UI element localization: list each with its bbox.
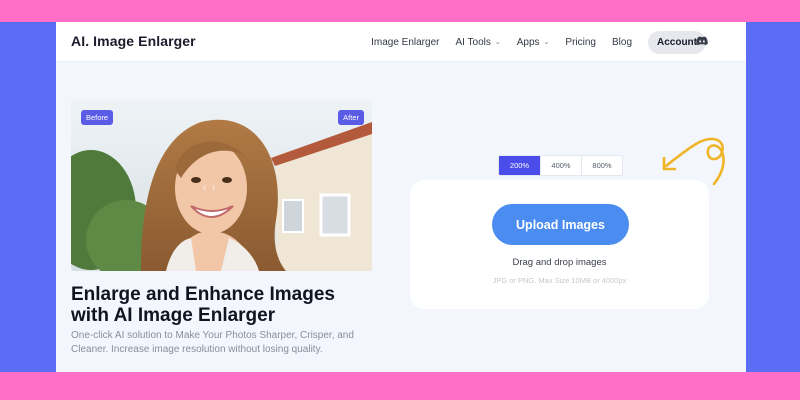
headline-line-1: Enlarge and Enhance Images — [71, 284, 335, 305]
zoom-level-selector: 200% 400% 800% — [498, 155, 623, 176]
before-badge: Before — [81, 110, 114, 125]
nav-item-image-enlarger[interactable]: Image Enlarger — [371, 37, 439, 48]
website-window: AI. Image Enlarger Image Enlarger AI Too… — [56, 22, 746, 372]
zoom-option-800[interactable]: 800% — [581, 156, 622, 175]
upload-dropzone[interactable]: Upload Images Drag and drop images JPG o… — [410, 180, 709, 309]
before-after-image[interactable]: Before After ‹ › — [71, 100, 372, 271]
nav-item-label: Image Enlarger — [371, 36, 440, 48]
nav-item-label: Apps — [516, 36, 540, 48]
zoom-option-200[interactable]: 200% — [499, 156, 540, 175]
zoom-option-400[interactable]: 400% — [540, 156, 581, 175]
nav-item-label: AI Tools — [455, 36, 491, 48]
upload-images-button[interactable]: Upload Images — [492, 204, 629, 245]
headline-line-2: with AI Image Enlarger — [71, 305, 276, 326]
hero-description: One-click AI solution to Make Your Photo… — [71, 330, 354, 355]
nav-item-ai-tools[interactable]: AI Tools ⌄ — [455, 37, 500, 48]
nav-item-label: Blog — [611, 36, 632, 48]
right-color-band — [746, 22, 800, 372]
chevron-down-icon: ⌄ — [543, 39, 550, 46]
nav-item-label: Pricing — [565, 36, 596, 48]
left-color-band — [0, 22, 56, 372]
nav-links: Image Enlarger AI Tools ⌄ Apps ⌄ Pricing… — [371, 22, 706, 62]
nav-item-apps[interactable]: Apps ⌄ — [517, 37, 550, 48]
discord-icon[interactable] — [696, 36, 708, 46]
drag-drop-hint: Drag and drop images — [512, 257, 607, 268]
site-logo[interactable]: AI. Image Enlarger — [71, 33, 196, 49]
page-headline: Enlarge and Enhance Images with AI Image… — [71, 284, 391, 326]
top-navigation-bar: AI. Image Enlarger Image Enlarger AI Too… — [56, 22, 746, 62]
nav-item-pricing[interactable]: Pricing — [565, 37, 596, 48]
slider-handle-icon[interactable]: ‹ › — [203, 182, 215, 193]
chevron-down-icon: ⌄ — [494, 39, 501, 46]
after-badge: After — [338, 110, 364, 125]
file-format-hint: JPG or PNG. Max Size 10MB or 4000px — [492, 276, 627, 285]
nav-item-blog[interactable]: Blog — [612, 37, 632, 48]
curly-arrow-icon — [662, 137, 725, 186]
portrait-illustration — [71, 100, 372, 271]
